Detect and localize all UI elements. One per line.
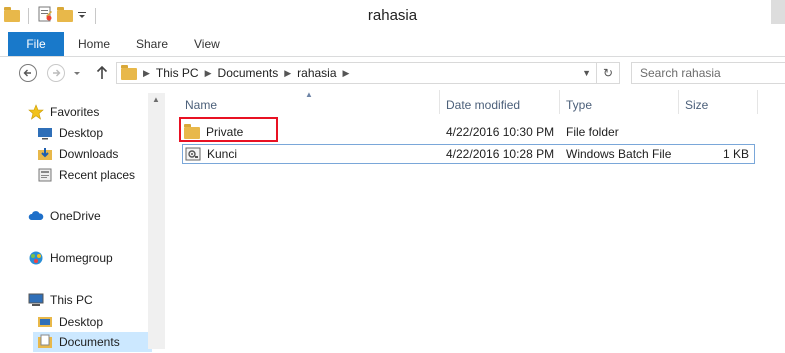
nav-item-documents[interactable]: Documents bbox=[33, 332, 152, 352]
nav-label: Downloads bbox=[59, 147, 119, 161]
nav-label: Homegroup bbox=[50, 251, 113, 265]
nav-item-homegroup[interactable]: Homegroup bbox=[28, 248, 113, 268]
column-header-type[interactable]: Type bbox=[566, 98, 592, 112]
sort-ascending-icon: ▲ bbox=[305, 90, 313, 99]
recent-places-icon bbox=[37, 167, 53, 183]
chevron-right-icon[interactable]: ▶ bbox=[343, 68, 350, 79]
column-header-name[interactable]: Name bbox=[185, 98, 217, 112]
tab-file[interactable]: File bbox=[8, 32, 64, 56]
address-bar[interactable]: ▶ This PC ▶ Documents ▶ rahasia ▶ ▼ ↻ bbox=[116, 62, 620, 84]
file-size: 1 KB bbox=[722, 147, 749, 161]
column-divider[interactable] bbox=[757, 90, 758, 114]
desktop-icon bbox=[37, 314, 53, 330]
navigation-bar: ▶ This PC ▶ Documents ▶ rahasia ▶ ▼ ↻ Se… bbox=[0, 57, 785, 89]
desktop-icon bbox=[37, 125, 53, 141]
navigation-pane: Favorites Desktop Downloads Recent place… bbox=[0, 90, 152, 352]
file-type: Windows Batch File bbox=[566, 147, 672, 161]
recent-locations-icon[interactable] bbox=[72, 63, 84, 83]
column-divider[interactable] bbox=[678, 90, 679, 114]
nav-scrollbar[interactable]: ▲ bbox=[148, 93, 165, 349]
downloads-icon bbox=[37, 146, 53, 162]
nav-label: Documents bbox=[59, 335, 120, 349]
nav-item-onedrive[interactable]: OneDrive bbox=[28, 206, 101, 226]
title-bar: rahasia bbox=[0, 0, 785, 32]
chevron-down-icon[interactable]: ▼ bbox=[582, 68, 591, 78]
scroll-up-icon[interactable]: ▲ bbox=[152, 95, 160, 104]
documents-icon bbox=[37, 334, 53, 350]
ribbon-tabs: File Home Share View bbox=[0, 32, 785, 57]
chevron-right-icon[interactable]: ▶ bbox=[143, 68, 150, 79]
refresh-button[interactable]: ↻ bbox=[596, 63, 619, 83]
nav-label: Recent places bbox=[59, 168, 136, 182]
tab-share[interactable]: Share bbox=[136, 32, 168, 56]
back-button[interactable] bbox=[18, 63, 38, 83]
nav-label: Favorites bbox=[50, 105, 100, 119]
homegroup-icon bbox=[28, 250, 44, 266]
chevron-right-icon[interactable]: ▶ bbox=[205, 68, 212, 79]
column-header-date[interactable]: Date modified bbox=[446, 98, 520, 112]
cloud-icon bbox=[28, 208, 44, 224]
nav-item-favorites[interactable]: Favorites bbox=[28, 102, 99, 122]
search-placeholder: Search rahasia bbox=[640, 66, 721, 80]
file-name[interactable]: Kunci bbox=[207, 147, 237, 161]
search-input[interactable]: Search rahasia bbox=[631, 62, 785, 84]
computer-icon bbox=[28, 292, 44, 308]
nav-label: OneDrive bbox=[50, 209, 101, 223]
nav-label: Desktop bbox=[59, 126, 104, 140]
highlight-box bbox=[179, 117, 278, 142]
window-control[interactable] bbox=[771, 0, 785, 24]
nav-item-recent-places[interactable]: Recent places bbox=[37, 165, 135, 185]
forward-button[interactable] bbox=[46, 63, 66, 83]
window-title: rahasia bbox=[367, 7, 418, 24]
folder-icon bbox=[121, 64, 137, 81]
chevron-right-icon[interactable]: ▶ bbox=[284, 68, 291, 79]
nav-item-desktop-pc[interactable]: Desktop bbox=[37, 312, 103, 332]
nav-label: Desktop bbox=[59, 315, 104, 329]
file-type: File folder bbox=[566, 125, 619, 139]
nav-item-desktop[interactable]: Desktop bbox=[37, 123, 103, 143]
star-icon bbox=[28, 104, 44, 120]
up-button[interactable] bbox=[94, 63, 114, 83]
breadcrumb-documents[interactable]: Documents bbox=[218, 66, 279, 80]
breadcrumb-rahasia[interactable]: rahasia bbox=[297, 66, 336, 80]
file-list: ▲ Name Date modified Type Size Private 4… bbox=[166, 90, 785, 349]
tab-view[interactable]: View bbox=[194, 32, 220, 56]
tab-home[interactable]: Home bbox=[78, 32, 110, 56]
column-divider[interactable] bbox=[559, 90, 560, 114]
column-divider[interactable] bbox=[439, 90, 440, 114]
nav-item-downloads[interactable]: Downloads bbox=[37, 144, 118, 164]
batch-file-icon bbox=[185, 146, 201, 165]
table-row[interactable]: Kunci 4/22/2016 10:28 PM Windows Batch F… bbox=[182, 144, 755, 164]
nav-item-this-pc[interactable]: This PC bbox=[28, 290, 93, 310]
nav-label: This PC bbox=[50, 293, 93, 307]
file-date: 4/22/2016 10:30 PM bbox=[446, 125, 555, 139]
breadcrumb-this-pc[interactable]: This PC bbox=[156, 66, 199, 80]
column-header-size[interactable]: Size bbox=[685, 98, 708, 112]
file-date: 4/22/2016 10:28 PM bbox=[446, 147, 555, 161]
